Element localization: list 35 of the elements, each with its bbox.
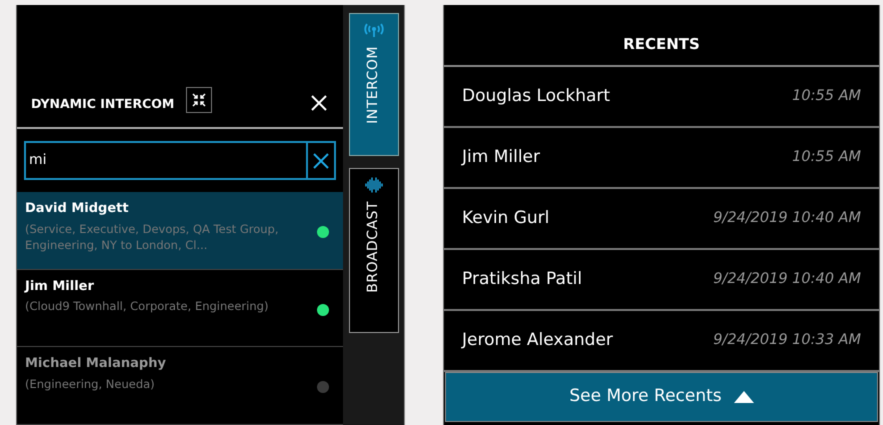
contact-name: Jim Miller bbox=[25, 278, 95, 296]
minimize-button[interactable] bbox=[186, 87, 212, 114]
call-time: 10:55 AM bbox=[792, 86, 861, 106]
contact-name: Michael Malanaphy bbox=[25, 355, 167, 374]
call-time: 10:55 AM bbox=[792, 148, 861, 167]
recent-call-row[interactable]: Douglas Lockhart 10:55 AM bbox=[444, 67, 879, 128]
contact-name: Kevin Gurl bbox=[462, 206, 550, 230]
contact-name: Douglas Lockhart bbox=[462, 84, 610, 108]
contact-groups: (Service, Executive, Devops, QA Test Group, Engineering, NY to London, Cl... bbox=[25, 220, 305, 253]
sound-wave-icon bbox=[364, 177, 384, 193]
recent-call-row[interactable]: Pratiksha Patil 9/24/2019 10:40 AM bbox=[444, 250, 879, 311]
clear-icon bbox=[313, 152, 329, 169]
side-tab[interactable]: BROADCAST bbox=[348, 168, 398, 333]
recent-call-row[interactable]: Jim Miller 10:55 AM bbox=[444, 128, 879, 189]
search-field[interactable]: mi bbox=[24, 141, 336, 180]
close-button[interactable] bbox=[309, 93, 329, 114]
contact-name: Jim Miller bbox=[462, 146, 540, 169]
contact-name: David Midgett bbox=[25, 200, 130, 218]
contact-groups: (Cloud9 Townhall, Corporate, Engineering) bbox=[25, 298, 305, 314]
panel-title: DYNAMIC INTERCOM bbox=[31, 94, 174, 113]
antenna-icon bbox=[364, 22, 384, 38]
contact-groups: (Engineering, Neueda) bbox=[25, 376, 305, 392]
recent-call-row[interactable]: Kevin Gurl 9/24/2019 10:40 AM bbox=[444, 189, 879, 250]
call-time: 9/24/2019 10:33 AM bbox=[713, 330, 861, 350]
caret-up-icon bbox=[734, 391, 754, 403]
contact-item[interactable]: David Midgett (Service, Executive, Devops, QA Test Group, Engineering, NY to London, Cl... bbox=[17, 192, 343, 270]
call-time: 9/24/2019 10:40 AM bbox=[713, 208, 861, 228]
see-more-recents-button[interactable]: See More Recents bbox=[445, 372, 878, 422]
contact-name: Jerome Alexander bbox=[462, 328, 613, 352]
contact-name: Pratiksha Patil bbox=[462, 268, 582, 291]
recents-title: RECENTS bbox=[623, 34, 700, 54]
call-time: 9/24/2019 10:40 AM bbox=[713, 270, 861, 289]
close-icon bbox=[310, 94, 328, 112]
collapse-icon bbox=[191, 92, 208, 108]
side-tab[interactable]: INTERCOM bbox=[348, 13, 398, 156]
